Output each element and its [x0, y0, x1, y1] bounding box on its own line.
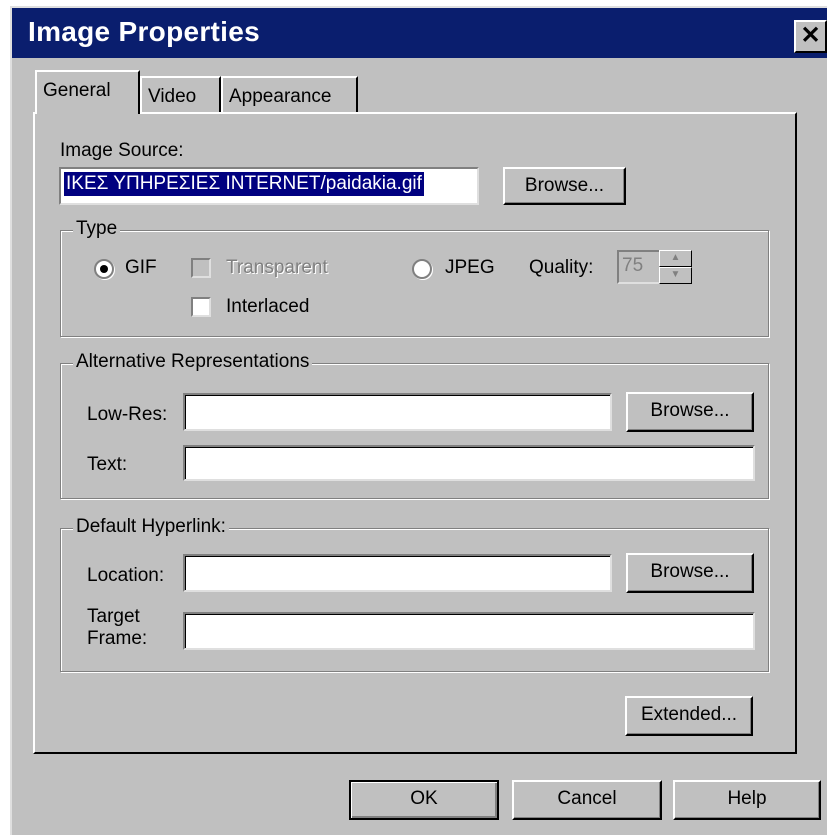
tab-appearance-label: Appearance	[229, 86, 332, 107]
gif-radio[interactable]	[94, 259, 114, 279]
lowres-input[interactable]	[183, 393, 612, 431]
transparent-label: Transparent	[226, 257, 328, 278]
text-label: Text:	[87, 454, 128, 475]
jpeg-label: JPEG	[445, 257, 495, 278]
quality-spinner: ▲ ▼	[659, 250, 692, 284]
extended-label: Extended...	[640, 704, 738, 725]
target-label-line1: Target	[87, 606, 140, 627]
quality-input: 75	[617, 250, 659, 284]
tab-general-label: General	[43, 80, 111, 101]
tab-appearance[interactable]: Appearance	[221, 76, 358, 114]
type-group-legend: Type	[73, 218, 121, 240]
image-source-input[interactable]: ΙΚΕΣ ΥΠΗΡΕΣΙΕΣ INTERNET/paidakia.gif	[59, 167, 479, 205]
lowres-browse-button[interactable]: Browse...	[626, 392, 754, 432]
image-source-value: ΙΚΕΣ ΥΠΗΡΕΣΙΕΣ INTERNET/paidakia.gif	[63, 171, 425, 197]
image-source-browse-label: Browse...	[524, 175, 605, 196]
extended-button[interactable]: Extended...	[625, 696, 753, 736]
alt-text-input[interactable]	[183, 445, 755, 481]
location-label: Location:	[87, 565, 165, 586]
interlaced-checkbox[interactable]	[191, 297, 211, 317]
help-button[interactable]: Help	[673, 780, 821, 820]
jpeg-radio[interactable]	[412, 259, 432, 279]
close-icon: ✕	[800, 22, 821, 49]
hyperlink-group-legend: Default Hyperlink:	[73, 516, 229, 538]
window-title: Image Properties	[28, 16, 260, 47]
alternative-group-legend: Alternative Representations	[73, 351, 313, 373]
image-source-browse-button[interactable]: Browse...	[503, 167, 626, 205]
transparent-checkbox	[191, 258, 211, 278]
tab-video-label: Video	[148, 86, 197, 107]
quality-label: Quality:	[529, 257, 594, 278]
lowres-label: Low-Res:	[87, 404, 168, 425]
interlaced-label: Interlaced	[226, 296, 310, 317]
ok-button[interactable]: OK	[349, 780, 499, 820]
hyperlink-group: Default Hyperlink:	[60, 516, 769, 672]
title-bar: Image Properties ✕	[12, 8, 827, 58]
lowres-browse-label: Browse...	[650, 400, 730, 421]
cancel-button[interactable]: Cancel	[512, 780, 662, 820]
spin-down-icon: ▼	[659, 267, 692, 284]
target-frame-input[interactable]	[183, 612, 755, 650]
close-button[interactable]: ✕	[794, 20, 827, 53]
tab-general[interactable]: General	[35, 70, 140, 114]
location-browse-label: Browse...	[650, 561, 730, 582]
location-input[interactable]	[183, 554, 612, 592]
help-label: Help	[727, 788, 767, 809]
cancel-label: Cancel	[557, 788, 617, 809]
ok-label: OK	[410, 788, 438, 809]
image-source-label: Image Source:	[60, 140, 184, 161]
location-browse-button[interactable]: Browse...	[626, 553, 754, 593]
spin-up-icon: ▲	[659, 250, 692, 267]
tab-video[interactable]: Video	[140, 76, 221, 114]
target-label-line2: Frame:	[87, 628, 148, 649]
gif-label: GIF	[125, 257, 157, 278]
